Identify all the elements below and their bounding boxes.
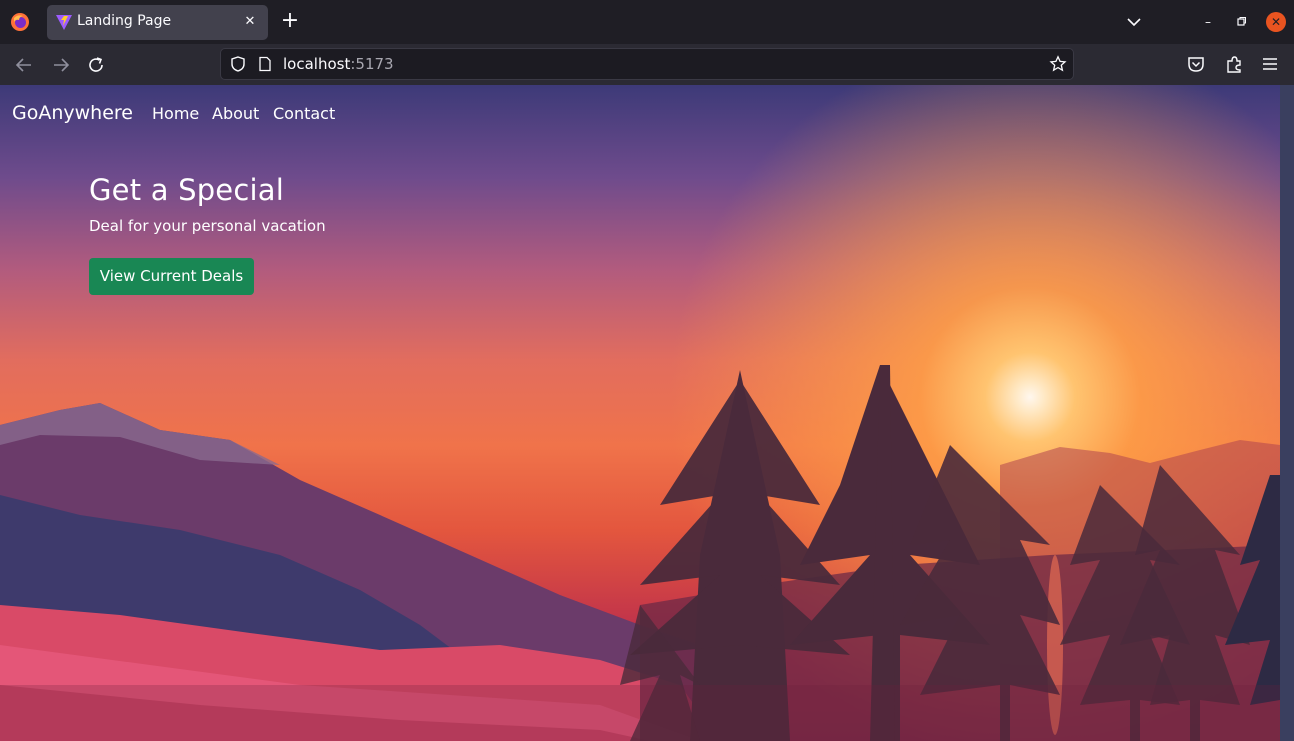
maximize-button[interactable] xyxy=(1231,12,1251,32)
hero-title: Get a Special xyxy=(89,173,284,207)
hero-subtitle: Deal for your personal vacation xyxy=(89,217,326,235)
brand-logo-text[interactable]: GoAnywhere xyxy=(12,102,133,124)
nav-link-about[interactable]: About xyxy=(212,104,259,123)
bookmark-star-icon[interactable] xyxy=(1049,55,1067,73)
nav-link-contact[interactable]: Contact xyxy=(273,104,335,123)
maximize-icon xyxy=(1237,17,1246,26)
url-host: localhost xyxy=(283,55,351,73)
tab-title: Landing Page xyxy=(77,13,172,29)
url-port: :5173 xyxy=(350,55,394,73)
minimize-button[interactable]: – xyxy=(1198,12,1218,32)
new-tab-button[interactable]: + xyxy=(278,10,302,34)
tab-list-chevron-icon[interactable] xyxy=(1124,12,1144,32)
page-info-icon[interactable] xyxy=(257,56,273,72)
forward-arrow-icon[interactable] xyxy=(50,54,72,76)
browser-toolbar: localhost:5173 xyxy=(0,44,1294,85)
view-current-deals-button[interactable]: View Current Deals xyxy=(89,258,254,295)
vite-favicon-icon xyxy=(56,15,72,30)
nav-link-home[interactable]: Home xyxy=(152,104,199,123)
back-arrow-icon[interactable] xyxy=(13,54,35,76)
firefox-icon[interactable] xyxy=(10,12,30,32)
tracking-protection-shield-icon[interactable] xyxy=(229,55,247,73)
tab-close-icon[interactable]: ✕ xyxy=(240,12,260,32)
close-window-button[interactable]: ✕ xyxy=(1266,12,1286,32)
extensions-puzzle-icon[interactable] xyxy=(1224,54,1244,74)
tab-bar: Landing Page ✕ + – ✕ xyxy=(0,0,1294,44)
hamburger-menu-icon[interactable] xyxy=(1260,54,1280,74)
hero-section: Get a Special Deal for your personal vac… xyxy=(89,173,489,295)
url-bar[interactable]: localhost:5173 xyxy=(220,48,1074,80)
pocket-icon[interactable] xyxy=(1186,54,1206,74)
reload-icon[interactable] xyxy=(85,54,107,76)
active-tab[interactable]: Landing Page ✕ xyxy=(47,5,268,40)
page-scrollbar[interactable] xyxy=(1280,85,1294,741)
url-text[interactable]: localhost:5173 xyxy=(283,55,394,73)
page-viewport: GoAnywhere Home About Contact Get a Spec… xyxy=(0,85,1280,741)
